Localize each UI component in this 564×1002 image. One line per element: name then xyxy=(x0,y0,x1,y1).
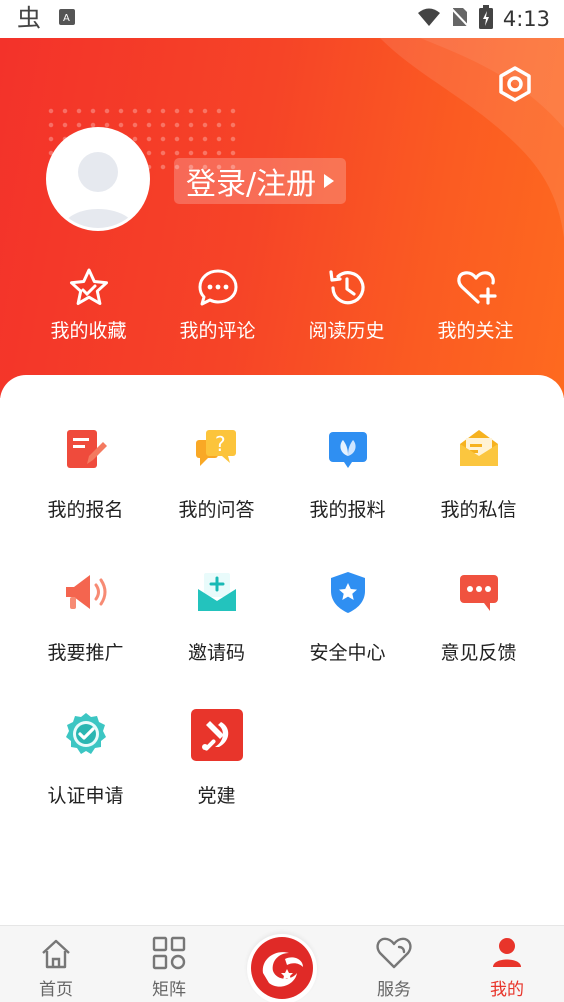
service-label: 我的报名 xyxy=(47,499,124,521)
battery-icon xyxy=(478,4,493,34)
service-label: 我要推广 xyxy=(47,642,124,664)
service-qa[interactable]: ? 我的问答 xyxy=(151,423,282,522)
signup-icon xyxy=(60,423,112,475)
wifi-icon xyxy=(417,7,441,32)
service-report[interactable]: 我的报料 xyxy=(282,423,413,522)
clock-time: 4:13 xyxy=(502,7,550,31)
profile-header: 登录/注册 我的收藏 我的评论 阅读历史 我的关注 xyxy=(0,38,564,398)
bottom-tab-bar: 首页 矩阵 服务 我的 xyxy=(0,925,564,1002)
shield-icon xyxy=(322,566,374,618)
service-label: 我的问答 xyxy=(178,499,255,521)
invite-icon xyxy=(191,566,243,618)
following-button[interactable]: 我的关注 xyxy=(411,266,540,343)
tab-label: 我的 xyxy=(490,980,524,1000)
status-bar: 虫 A 4:13 xyxy=(0,0,564,38)
party-icon xyxy=(190,709,243,761)
service-label: 安全中心 xyxy=(309,642,386,664)
tab-label: 首页 xyxy=(39,980,73,1000)
svg-text:虫: 虫 xyxy=(17,4,41,30)
service-feedback[interactable]: 意见反馈 xyxy=(413,566,544,665)
service-label: 党建 xyxy=(197,785,236,807)
feedback-icon xyxy=(453,566,505,618)
report-icon xyxy=(322,423,374,475)
star-icon xyxy=(69,268,108,305)
comments-button[interactable]: 我的评论 xyxy=(153,266,282,343)
login-label: 登录/注册 xyxy=(186,167,317,202)
no-sim-icon xyxy=(450,6,470,33)
tab-label: 服务 xyxy=(377,980,411,1000)
service-label: 认证申请 xyxy=(47,785,124,807)
qa-icon: ? xyxy=(191,423,243,475)
favorites-label: 我的收藏 xyxy=(50,320,127,342)
tab-matrix[interactable]: 矩阵 xyxy=(124,926,214,1002)
quick-actions: 我的收藏 我的评论 阅读历史 我的关注 xyxy=(0,266,564,343)
favorites-button[interactable]: 我的收藏 xyxy=(24,266,153,343)
service-promote[interactable]: 我要推广 xyxy=(20,566,151,665)
tab-home[interactable]: 首页 xyxy=(11,926,101,1002)
heart-icon xyxy=(376,937,412,969)
service-label: 邀请码 xyxy=(187,642,245,664)
grid-icon xyxy=(152,936,186,970)
following-label: 我的关注 xyxy=(437,320,514,342)
user-icon xyxy=(493,938,521,967)
service-signup[interactable]: 我的报名 xyxy=(20,423,151,522)
service-invite-code[interactable]: 邀请码 xyxy=(151,566,282,665)
services-card: 我的报名 ? 我的问答 我的报料 我的私信 我要推广 邀请码 安全中心 意见反馈… xyxy=(0,375,564,925)
svg-text:A: A xyxy=(63,13,70,24)
services-grid: 我的报名 ? 我的问答 我的报料 我的私信 我要推广 邀请码 安全中心 意见反馈… xyxy=(20,423,544,808)
svg-text:?: ? xyxy=(215,432,226,456)
history-label: 阅读历史 xyxy=(308,320,385,342)
avatar[interactable] xyxy=(46,127,150,231)
settings-gear-icon[interactable] xyxy=(495,64,535,104)
comments-label: 我的评论 xyxy=(179,320,256,342)
message-icon xyxy=(453,423,505,475)
service-security[interactable]: 安全中心 xyxy=(282,566,413,665)
login-register-button[interactable]: 登录/注册 xyxy=(174,158,347,204)
center-logo-button[interactable] xyxy=(247,934,317,1002)
comment-icon xyxy=(198,269,237,306)
home-icon xyxy=(42,939,70,969)
service-verification[interactable]: 认证申请 xyxy=(20,709,151,808)
history-icon xyxy=(328,270,365,305)
heart-plus-icon xyxy=(456,271,497,305)
profile-screen: 虫 A 4:13 登录/注册 我的收藏 我的评论 阅读历史 我的关注 我的报名 … xyxy=(0,0,564,1002)
app-logo-icon xyxy=(251,937,313,999)
service-label: 我的报料 xyxy=(309,499,386,521)
service-party-building[interactable]: 党建 xyxy=(151,709,282,808)
tab-label: 矩阵 xyxy=(152,980,186,1000)
verified-icon xyxy=(60,709,112,761)
triangle-right-icon xyxy=(324,174,335,188)
service-messages[interactable]: 我的私信 xyxy=(413,423,544,522)
keyboard-icon: A xyxy=(58,8,76,30)
tab-services[interactable]: 服务 xyxy=(349,926,439,1002)
service-label: 我的私信 xyxy=(440,499,517,521)
megaphone-icon xyxy=(60,566,112,618)
bug-icon: 虫 xyxy=(16,4,44,34)
tab-mine[interactable]: 我的 xyxy=(462,926,552,1002)
history-button[interactable]: 阅读历史 xyxy=(282,266,411,343)
service-label: 意见反馈 xyxy=(440,642,517,664)
